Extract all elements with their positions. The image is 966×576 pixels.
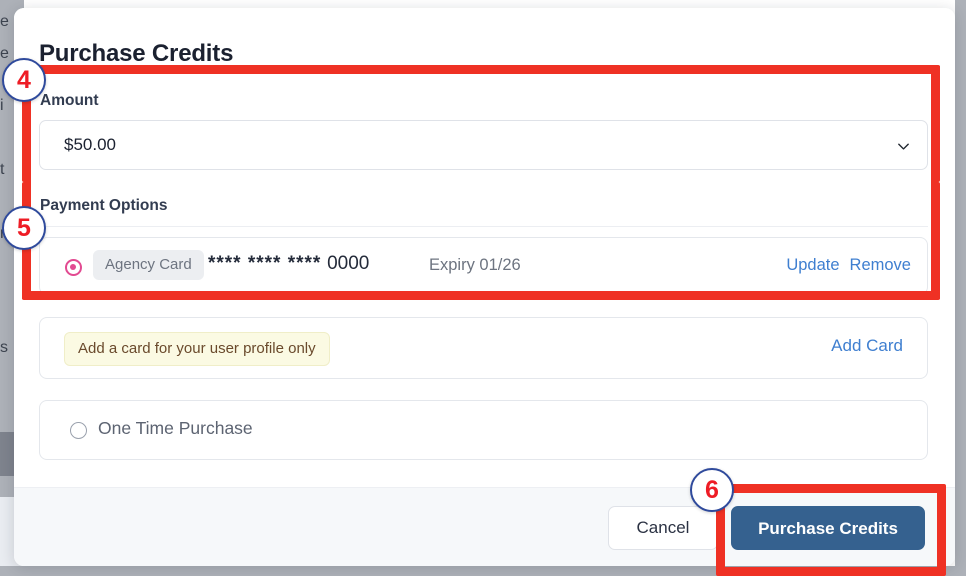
amount-select[interactable]: $50.00: [39, 120, 928, 170]
saved-card-row[interactable]: Agency Card **** **** **** 0000 Expiry 0…: [39, 237, 928, 295]
dialog-footer: Cancel Purchase Credits: [14, 487, 955, 566]
amount-select-value: $50.00: [64, 135, 116, 154]
annotation-marker-4: 4: [2, 58, 46, 102]
card-number-masked: **** **** ****: [208, 253, 322, 274]
background-right-strip: [955, 0, 966, 576]
one-time-purchase-row[interactable]: One Time Purchase: [39, 400, 928, 460]
chevron-down-icon: [896, 139, 911, 154]
bg-text-fragment: e: [0, 45, 9, 62]
background-bottom-strip: [0, 566, 966, 576]
card-expiry: Expiry 01/26: [429, 256, 521, 274]
purchase-credits-dialog: Purchase Credits Amount $50.00 Payment O…: [14, 8, 955, 566]
add-card-notice: Add a card for your user profile only: [64, 332, 330, 366]
bg-text-fragment: e: [0, 13, 9, 30]
card-type-badge: Agency Card: [93, 250, 204, 280]
card-number-last4: 0000: [327, 253, 370, 274]
payment-options-label: Payment Options: [40, 197, 168, 214]
dialog-title: Purchase Credits: [39, 40, 234, 67]
radio-selected-icon[interactable]: [65, 259, 82, 276]
purchase-credits-button[interactable]: Purchase Credits: [731, 506, 925, 550]
cancel-button[interactable]: Cancel: [608, 506, 718, 550]
dialog-body: Purchase Credits Amount $50.00 Payment O…: [14, 8, 955, 487]
add-card-link[interactable]: Add Card: [831, 336, 903, 356]
bg-text-fragment: i: [0, 97, 4, 114]
annotation-marker-5: 5: [2, 206, 46, 250]
section-divider: [39, 226, 928, 227]
remove-card-link[interactable]: Remove: [850, 256, 911, 274]
bg-text-fragment: s: [0, 339, 8, 356]
saved-card-actions: Update Remove: [776, 256, 911, 275]
bg-text-fragment: t: [0, 161, 5, 178]
card-number: **** **** **** 0000: [208, 253, 369, 275]
amount-label: Amount: [40, 92, 99, 109]
page-root: e e i t n s Purchase Credits Amount $50.…: [0, 0, 966, 576]
add-card-row: Add a card for your user profile only Ad…: [39, 317, 928, 379]
update-card-link[interactable]: Update: [786, 256, 839, 274]
one-time-purchase-label: One Time Purchase: [98, 418, 253, 438]
annotation-marker-6: 6: [690, 468, 734, 512]
radio-unselected-icon[interactable]: [70, 422, 87, 439]
